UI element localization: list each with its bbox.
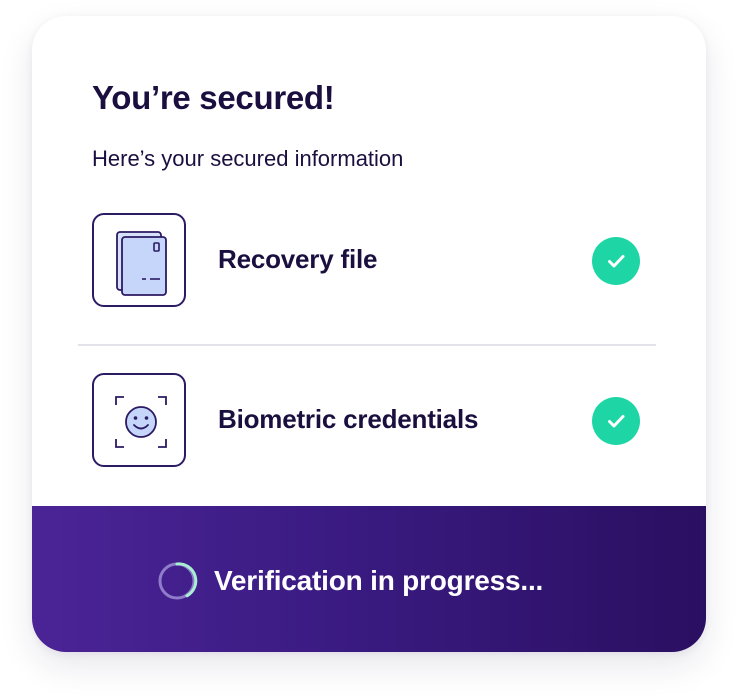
check-icon xyxy=(592,397,640,445)
secured-card: You’re secured! Here’s your secured info… xyxy=(32,16,706,652)
loading-spinner-icon xyxy=(156,560,198,607)
verification-status-text: Verification in progress... xyxy=(214,565,544,596)
card-title: You’re secured! xyxy=(92,79,335,116)
card-subtitle: Here’s your secured information xyxy=(92,146,404,171)
face-scan-icon xyxy=(92,373,186,467)
divider xyxy=(78,344,656,346)
verification-status-bar: Verification in progress... xyxy=(32,506,706,652)
biometric-credentials-label: Biometric credentials xyxy=(218,404,479,434)
list-item-biometric-credentials: Biometric credentials xyxy=(92,373,642,471)
recovery-file-icon xyxy=(92,213,186,307)
recovery-file-label: Recovery file xyxy=(218,244,378,274)
check-icon xyxy=(592,237,640,285)
list-item-recovery-file: Recovery file xyxy=(92,213,642,311)
